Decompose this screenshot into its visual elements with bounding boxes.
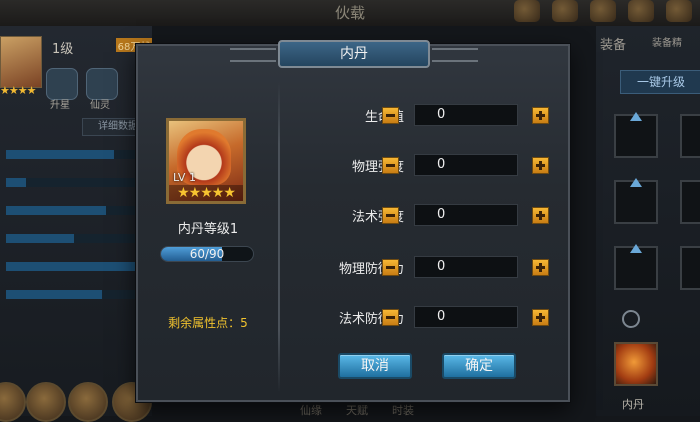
attr-row-physical-defense: 物理防御力 0 bbox=[278, 254, 572, 280]
top-menu-icon[interactable] bbox=[514, 0, 540, 22]
attr-value-field[interactable]: 0 bbox=[414, 204, 518, 226]
inner-core-dialog: 内丹 LV 1 ★★★★★ 内丹等级1 60/90 剩余属性点：5 生命值 0 … bbox=[136, 40, 572, 402]
equipment-slot[interactable] bbox=[680, 114, 700, 158]
stat-bar bbox=[6, 206, 106, 215]
stat-bar bbox=[6, 262, 136, 271]
inner-core-gem-icon[interactable] bbox=[614, 342, 658, 386]
exp-progress-text: 60/90 bbox=[189, 247, 225, 261]
attr-row-physical-power: 物理强度 0 bbox=[278, 152, 572, 178]
confirm-button[interactable]: 确定 bbox=[442, 353, 516, 379]
hero-stars: ★★★★ bbox=[0, 84, 36, 97]
attr-value-field[interactable]: 0 bbox=[414, 104, 518, 126]
decrease-button[interactable] bbox=[382, 309, 399, 326]
upgrade-arrow-icon bbox=[630, 112, 642, 121]
hero-info-panel: 1级 68万战 ★★★★ 升星 仙灵 详细数据 bbox=[0, 26, 154, 422]
hero-star-rating: ★★★★★ bbox=[169, 185, 243, 201]
equipment-refine-tab[interactable]: 装备精 bbox=[652, 34, 682, 49]
decrease-button[interactable] bbox=[382, 207, 399, 224]
increase-button[interactable] bbox=[532, 107, 549, 124]
attr-row-magic-power: 法术强度 0 bbox=[278, 202, 572, 228]
inner-core-label: 内丹 bbox=[622, 398, 644, 411]
hero-portrait[interactable] bbox=[0, 36, 42, 88]
stat-bar bbox=[6, 178, 26, 187]
hero-card: LV 1 ★★★★★ bbox=[166, 118, 246, 204]
skill-icon[interactable] bbox=[26, 382, 66, 422]
attr-value-field[interactable]: 0 bbox=[414, 154, 518, 176]
exp-progress-bar: 60/90 bbox=[160, 246, 254, 262]
equipment-slot[interactable] bbox=[614, 178, 658, 224]
dialog-title: 内丹 bbox=[230, 40, 478, 68]
increase-button[interactable] bbox=[532, 207, 549, 224]
stat-bar bbox=[6, 234, 74, 243]
attr-row-magic-defense: 法术防御力 0 bbox=[278, 304, 572, 330]
upgrade-arrow-icon bbox=[630, 244, 642, 253]
tab-star-up[interactable]: 升星 bbox=[50, 96, 70, 111]
increase-button[interactable] bbox=[532, 309, 549, 326]
remaining-points-label: 剩余属性点：5 bbox=[168, 316, 248, 330]
top-menu-icon[interactable] bbox=[552, 0, 578, 22]
top-menu-icon[interactable] bbox=[590, 0, 616, 22]
equipment-slot[interactable] bbox=[614, 112, 658, 158]
equipment-panel: 装备 装备精 一键升级 内丹 bbox=[596, 26, 700, 416]
core-level-label: 内丹等级1 bbox=[177, 222, 239, 237]
equipment-slot[interactable] bbox=[680, 180, 700, 224]
stat-bar bbox=[6, 290, 102, 299]
hero-level: 1级 bbox=[52, 42, 74, 57]
tab-spirit[interactable]: 仙灵 bbox=[90, 96, 110, 111]
top-bar: 伙载 bbox=[0, 0, 700, 26]
top-menu-icon[interactable] bbox=[628, 0, 654, 22]
increase-button[interactable] bbox=[532, 259, 549, 276]
cancel-button[interactable]: 取消 bbox=[338, 353, 412, 379]
circle-icon[interactable] bbox=[622, 310, 640, 328]
hero-level-tag: LV 1 bbox=[173, 171, 196, 184]
equipment-title: 装备 bbox=[600, 38, 627, 53]
upgrade-arrow-icon bbox=[630, 178, 642, 187]
top-menu-icon[interactable] bbox=[666, 0, 692, 22]
attr-value-field[interactable]: 0 bbox=[414, 256, 518, 278]
attr-value-field[interactable]: 0 bbox=[414, 306, 518, 328]
decrease-button[interactable] bbox=[382, 157, 399, 174]
decrease-button[interactable] bbox=[382, 259, 399, 276]
decrease-button[interactable] bbox=[382, 107, 399, 124]
equipment-slot[interactable] bbox=[680, 246, 700, 290]
divider bbox=[278, 82, 280, 392]
stat-bar bbox=[6, 150, 114, 159]
equipment-slot[interactable] bbox=[614, 244, 658, 290]
skill-icon[interactable] bbox=[0, 382, 26, 422]
increase-button[interactable] bbox=[532, 157, 549, 174]
skill-icon[interactable] bbox=[68, 382, 108, 422]
one-click-upgrade-button[interactable]: 一键升级 bbox=[620, 70, 700, 94]
attr-row-hp: 生命值 0 bbox=[278, 102, 572, 128]
